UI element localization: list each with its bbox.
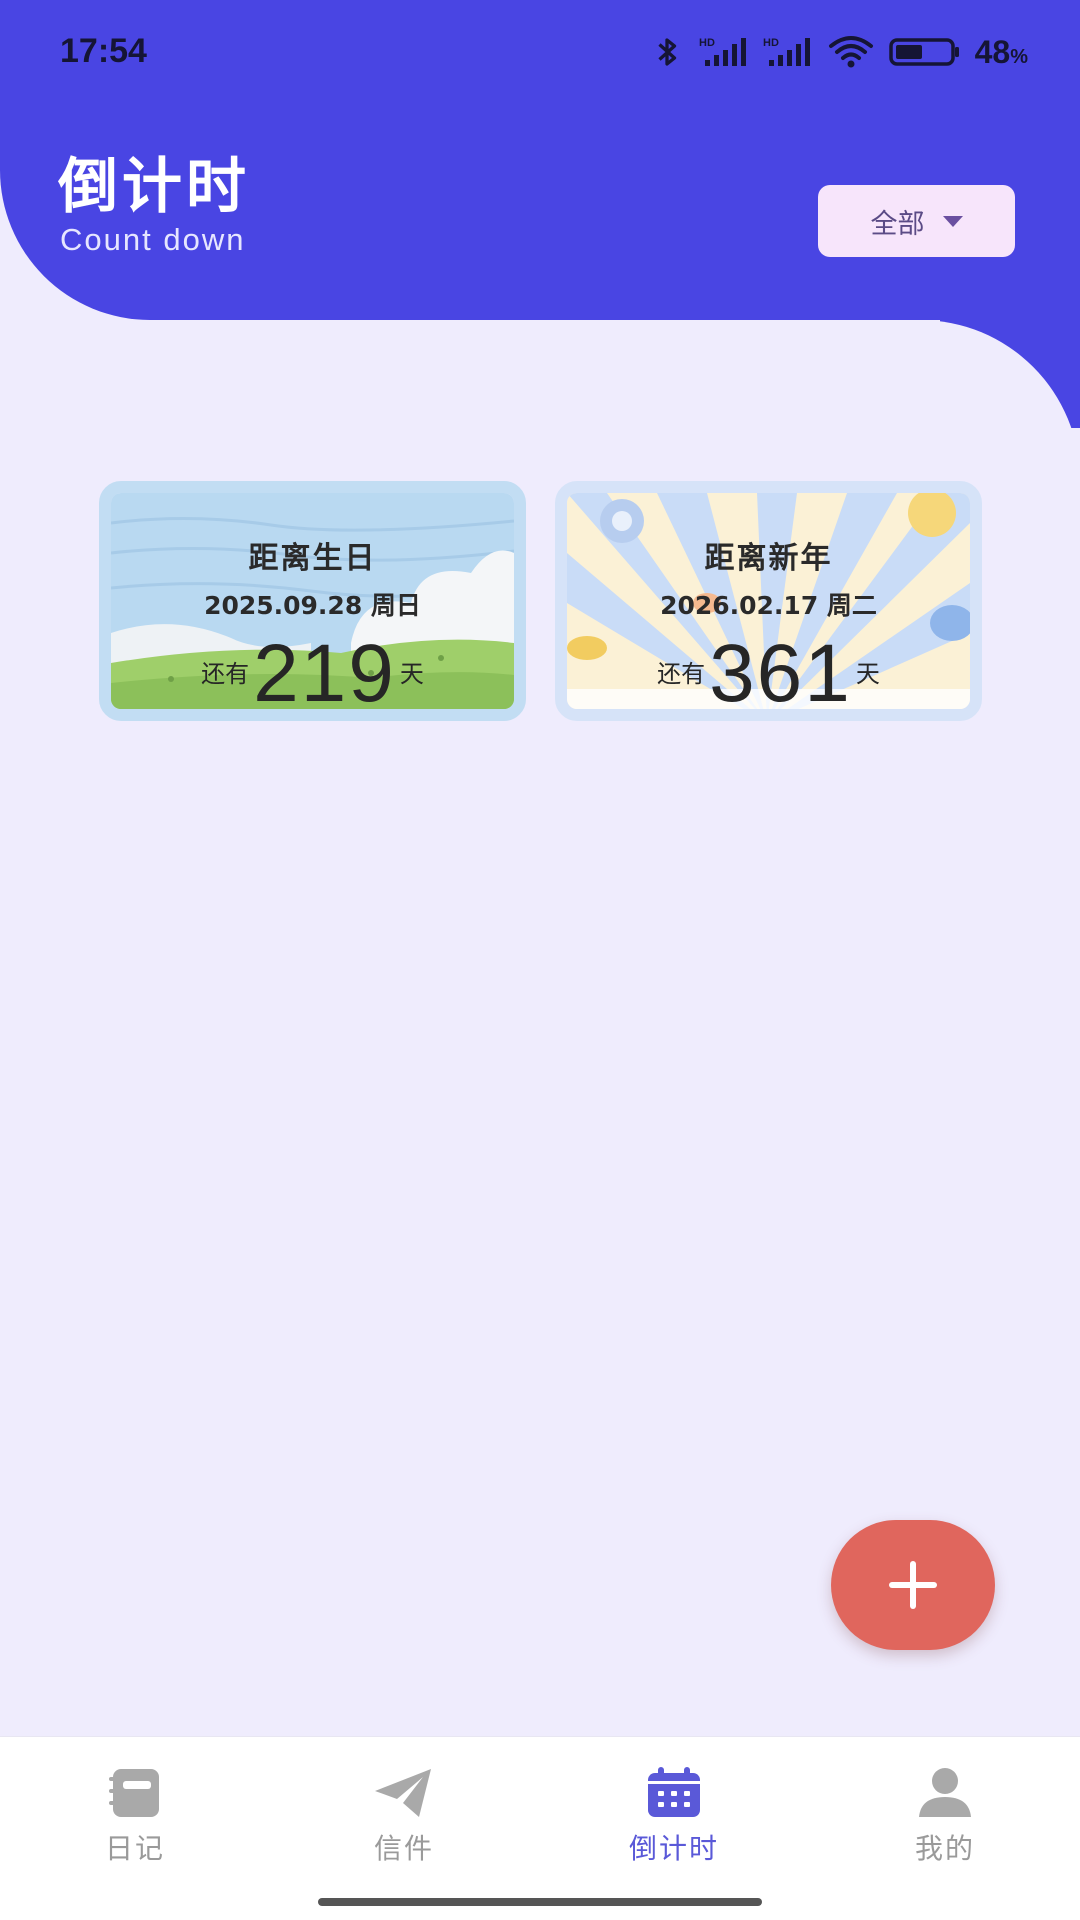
countdown-suffix: 天	[399, 660, 424, 688]
page-subtitle: Count down	[60, 222, 246, 257]
countdown-card-new-year[interactable]: 距离新年 2026.02.17 周二 还有 361 天	[555, 481, 982, 721]
countdown-prefix: 还有	[657, 660, 706, 688]
nav-label: 倒计时	[628, 1832, 719, 1865]
battery-level: 48%	[974, 33, 1028, 70]
status-bar: 17:54 HD HD 48%	[0, 0, 1080, 104]
countdown-days: 361	[709, 628, 852, 719]
add-countdown-button[interactable]	[831, 1520, 995, 1650]
nav-item-letters[interactable]: 信件	[304, 1767, 504, 1877]
notebook-icon	[109, 1769, 159, 1817]
plus-icon	[889, 1561, 937, 1609]
nav-label: 我的	[914, 1832, 975, 1865]
calendar-icon	[648, 1767, 700, 1817]
countdown-date: 2026.02.17 周二	[660, 591, 877, 620]
nav-item-diary[interactable]: 日记	[35, 1767, 235, 1877]
bluetooth-icon	[658, 38, 676, 66]
countdown-card-birthday[interactable]: 距离生日 2025.09.28 周日 还有 219 天	[99, 481, 526, 721]
svg-text:HD: HD	[763, 37, 779, 49]
svg-text:HD: HD	[699, 37, 715, 49]
caret-down-icon	[942, 215, 963, 227]
countdown-screen: 17:54 HD HD 48% 倒计时 Count down 全部 距离生日 2…	[0, 0, 1080, 1920]
countdown-days: 219	[253, 628, 396, 719]
countdown-title: 距离生日	[248, 541, 377, 576]
home-indicator[interactable]	[318, 1898, 762, 1906]
countdown-title: 距离新年	[704, 541, 833, 576]
nav-label: 日记	[104, 1832, 165, 1865]
person-icon	[919, 1768, 971, 1817]
status-time: 17:54	[60, 32, 147, 70]
countdown-prefix: 还有	[201, 660, 250, 688]
nav-item-countdown[interactable]: 倒计时	[574, 1767, 774, 1877]
hd-signal-icon: HD	[699, 37, 746, 66]
paper-plane-icon	[375, 1769, 431, 1817]
battery-icon	[888, 38, 959, 66]
nav-item-profile[interactable]: 我的	[845, 1767, 1045, 1877]
hd-signal-icon: HD	[763, 37, 810, 66]
status-icons: HD HD 48%	[649, 30, 1028, 74]
wifi-icon	[828, 36, 873, 68]
bottom-navigation: 日记 信件 倒计时 我的	[0, 1736, 1080, 1920]
nav-label: 信件	[373, 1832, 434, 1865]
countdown-remaining: 还有 361 天	[567, 628, 970, 719]
page-title: 倒计时	[58, 152, 250, 222]
countdown-suffix: 天	[855, 660, 880, 688]
countdown-remaining: 还有 219 天	[111, 628, 514, 719]
filter-label: 全部	[870, 208, 925, 240]
category-filter-dropdown[interactable]: 全部	[818, 185, 1015, 257]
countdown-date: 2025.09.28 周日	[204, 591, 421, 620]
